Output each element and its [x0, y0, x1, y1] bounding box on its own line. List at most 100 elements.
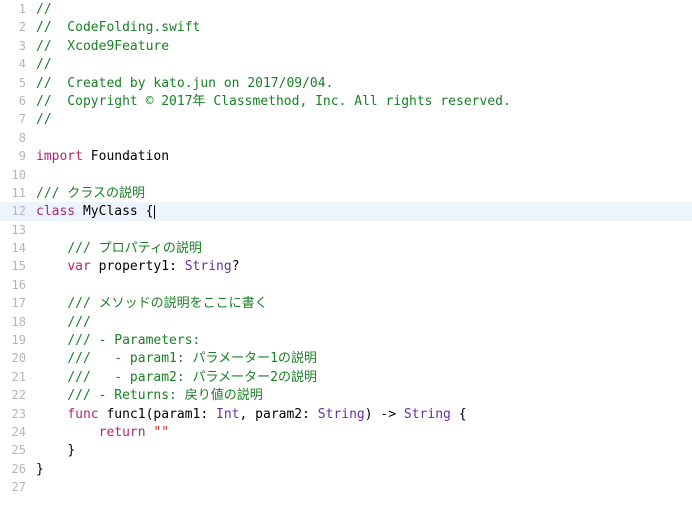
code-line[interactable]: 27: [0, 478, 692, 496]
code-content[interactable]: // Created by kato.jun on 2017/09/04.: [36, 75, 692, 93]
token-ident: [36, 425, 99, 440]
code-content[interactable]: /// - param1: パラメーター1の説明: [36, 350, 692, 368]
token-keyword: class: [36, 204, 75, 219]
code-line[interactable]: 9import Foundation: [0, 147, 692, 165]
code-content[interactable]: }: [36, 442, 692, 460]
code-content[interactable]: /// - Parameters:: [36, 332, 692, 350]
code-content[interactable]: // Xcode9Feature: [36, 38, 692, 56]
token-comment: /// - param1: パラメーター1の説明: [67, 351, 317, 366]
line-number: 14: [0, 239, 36, 257]
code-content[interactable]: //: [36, 56, 692, 74]
text-cursor: [154, 205, 155, 219]
line-number: 4: [0, 55, 36, 73]
token-ident: [36, 370, 67, 385]
code-content[interactable]: // CodeFolding.swift: [36, 19, 692, 37]
token-comment: /// - Returns: 戻り値の説明: [67, 388, 262, 403]
code-line[interactable]: 25 }: [0, 441, 692, 459]
token-comment: /// - Parameters:: [67, 333, 200, 348]
token-punct: ?: [232, 259, 240, 274]
token-comment: // Xcode9Feature: [36, 39, 169, 54]
line-number: 10: [0, 166, 36, 184]
token-ident: [36, 241, 67, 256]
line-number: 27: [0, 478, 36, 496]
line-number: 11: [0, 184, 36, 202]
code-content[interactable]: return "": [36, 424, 692, 442]
line-number: 15: [0, 257, 36, 275]
code-line[interactable]: 24 return "": [0, 423, 692, 441]
code-editor[interactable]: 1//2// CodeFolding.swift3// Xcode9Featur…: [0, 0, 692, 497]
code-content[interactable]: /// クラスの説明: [36, 185, 692, 203]
code-line[interactable]: 15 var property1: String?: [0, 257, 692, 275]
code-line[interactable]: 3// Xcode9Feature: [0, 37, 692, 55]
code-content[interactable]: /// - param2: パラメーター2の説明: [36, 369, 692, 387]
code-content[interactable]: }: [36, 461, 692, 479]
token-keyword: var: [67, 259, 90, 274]
code-line[interactable]: 16: [0, 276, 692, 294]
code-line[interactable]: 23 func func1(param1: Int, param2: Strin…: [0, 405, 692, 423]
line-number: 3: [0, 37, 36, 55]
code-line[interactable]: 20 /// - param1: パラメーター1の説明: [0, 349, 692, 367]
line-number: 24: [0, 423, 36, 441]
line-number: 17: [0, 294, 36, 312]
token-ident: [36, 296, 67, 311]
token-ident: property1:: [91, 259, 185, 274]
code-line[interactable]: 10: [0, 166, 692, 184]
token-comment: // Copyright © 2017年 Classmethod, Inc. A…: [36, 94, 511, 109]
token-ident: [36, 315, 67, 330]
code-line[interactable]: 5// Created by kato.jun on 2017/09/04.: [0, 74, 692, 92]
line-number: 22: [0, 386, 36, 404]
code-content[interactable]: // Copyright © 2017年 Classmethod, Inc. A…: [36, 93, 692, 111]
token-ident: MyClass: [75, 204, 145, 219]
token-type: Int: [216, 407, 239, 422]
token-comment: /// プロパティの説明: [67, 241, 202, 256]
token-string: "": [153, 425, 169, 440]
line-number: 7: [0, 110, 36, 128]
token-ident: [36, 333, 67, 348]
line-number: 6: [0, 92, 36, 110]
token-ident: [36, 388, 67, 403]
code-line[interactable]: 11/// クラスの説明: [0, 184, 692, 202]
token-punct: {: [146, 204, 154, 219]
code-content[interactable]: //: [36, 111, 692, 129]
code-line[interactable]: 26}: [0, 460, 692, 478]
code-line[interactable]: 17 /// メソッドの説明をここに書く: [0, 294, 692, 312]
code-content[interactable]: //: [36, 1, 692, 19]
token-comment: /// メソッドの説明をここに書く: [67, 296, 267, 311]
line-number: 19: [0, 331, 36, 349]
code-line[interactable]: 13: [0, 221, 692, 239]
token-keyword: import: [36, 149, 83, 164]
token-comment: /// - param2: パラメーター2の説明: [67, 370, 317, 385]
code-line[interactable]: 19 /// - Parameters:: [0, 331, 692, 349]
line-number: 8: [0, 129, 36, 147]
code-content[interactable]: ///: [36, 314, 692, 332]
code-line[interactable]: 7//: [0, 110, 692, 128]
code-content[interactable]: /// プロパティの説明: [36, 240, 692, 258]
line-number: 9: [0, 147, 36, 165]
code-content[interactable]: func func1(param1: Int, param2: String) …: [36, 406, 692, 424]
code-line[interactable]: 14 /// プロパティの説明: [0, 239, 692, 257]
token-ident: [36, 351, 67, 366]
code-line[interactable]: 22 /// - Returns: 戻り値の説明: [0, 386, 692, 404]
code-line[interactable]: 6// Copyright © 2017年 Classmethod, Inc. …: [0, 92, 692, 110]
token-comment: // Created by kato.jun on 2017/09/04.: [36, 76, 333, 91]
code-line[interactable]: 8: [0, 129, 692, 147]
code-content[interactable]: /// メソッドの説明をここに書く: [36, 295, 692, 313]
code-line[interactable]: 21 /// - param2: パラメーター2の説明: [0, 368, 692, 386]
token-punct: }: [36, 462, 44, 477]
token-comment: //: [36, 2, 52, 17]
token-ident: func1(param1:: [99, 407, 216, 422]
token-comment: /// クラスの説明: [36, 186, 145, 201]
token-ident: Foundation: [83, 149, 169, 164]
code-line[interactable]: 12class MyClass {: [0, 202, 692, 220]
code-content[interactable]: /// - Returns: 戻り値の説明: [36, 387, 692, 405]
code-content[interactable]: class MyClass {: [36, 203, 692, 221]
token-comment: ///: [67, 315, 90, 330]
line-number: 23: [0, 405, 36, 423]
code-line[interactable]: 4//: [0, 55, 692, 73]
code-content[interactable]: var property1: String?: [36, 258, 692, 276]
code-line[interactable]: 1//: [0, 0, 692, 18]
code-line[interactable]: 2// CodeFolding.swift: [0, 18, 692, 36]
code-content[interactable]: import Foundation: [36, 148, 692, 166]
token-ident: ) ->: [365, 407, 404, 422]
code-line[interactable]: 18 ///: [0, 313, 692, 331]
